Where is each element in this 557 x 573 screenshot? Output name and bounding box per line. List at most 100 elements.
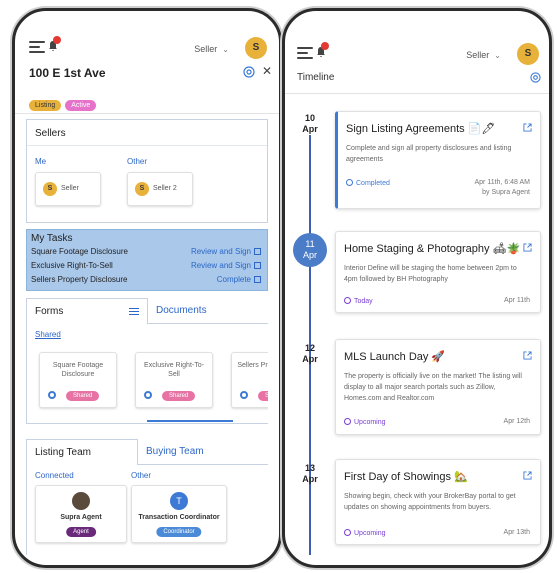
shared-badge: Sh bbox=[258, 391, 268, 401]
tab-forms-label: Forms bbox=[35, 306, 64, 317]
form-card[interactable]: Exclusive Right-To-Sell Shared bbox=[135, 352, 213, 408]
me-label: Me bbox=[35, 157, 47, 166]
timeline-event-card[interactable]: Sign Listing Agreements 📄🖊 Complete and … bbox=[335, 111, 541, 209]
menu-icon[interactable] bbox=[29, 41, 45, 53]
forms-tabs: Forms Documents bbox=[26, 298, 268, 324]
menu-icon[interactable] bbox=[297, 47, 313, 59]
status-ring-icon bbox=[144, 391, 152, 399]
event-day: 11 bbox=[305, 239, 315, 249]
external-link-icon bbox=[254, 262, 261, 269]
forms-panel: Shared Square Footage Disclosure Shared … bbox=[26, 324, 268, 424]
team-panel: Connected Other Supra Agent Agent T Tran… bbox=[26, 465, 268, 555]
chevron-down-icon: ⌄ bbox=[222, 45, 229, 54]
role-selector-label: Seller bbox=[466, 50, 490, 60]
timeline-event-card[interactable]: Home Staging & Photography 🛋🪴 Interior D… bbox=[335, 231, 541, 313]
team-member-name: Supra Agent bbox=[60, 514, 102, 521]
event-description: The property is officially live on the m… bbox=[344, 373, 522, 402]
seller-name: Seller 2 bbox=[153, 185, 177, 192]
property-title: 100 E 1st Ave bbox=[29, 66, 106, 80]
my-tasks-title: My Tasks bbox=[31, 233, 73, 244]
team-tabs: Listing Team Buying Team bbox=[26, 439, 268, 465]
seller-card-me[interactable]: S Seller bbox=[35, 172, 101, 206]
status-ring-icon bbox=[240, 391, 248, 399]
task-name: Square Footage Disclosure bbox=[31, 247, 128, 256]
tab-forms[interactable]: Forms bbox=[26, 298, 148, 324]
external-link-icon[interactable] bbox=[523, 351, 532, 360]
target-icon[interactable] bbox=[530, 72, 541, 83]
role-badge: Agent bbox=[66, 527, 96, 537]
role-selector[interactable]: Seller ⌄ bbox=[466, 50, 501, 60]
event-title: MLS Launch Day 🚀 bbox=[344, 351, 446, 363]
event-day: 13 bbox=[304, 463, 315, 473]
external-link-icon[interactable] bbox=[523, 123, 532, 132]
list-icon[interactable] bbox=[129, 308, 139, 316]
event-by: by Supra Agent bbox=[482, 189, 530, 196]
external-link-icon[interactable] bbox=[523, 471, 532, 480]
event-status-label: Upcoming bbox=[354, 419, 386, 426]
divider bbox=[285, 93, 549, 94]
team-card-agent[interactable]: Supra Agent Agent bbox=[35, 485, 127, 543]
user-avatar[interactable]: S bbox=[517, 43, 539, 65]
status-ring-icon bbox=[344, 297, 351, 304]
scroll-indicator[interactable] bbox=[147, 420, 233, 422]
left-phone-screen: Seller ⌄ S 100 E 1st Ave ✕ Listing Active … bbox=[12, 8, 282, 568]
target-icon[interactable] bbox=[243, 66, 255, 78]
form-name: Square Footage Disclosure bbox=[52, 362, 104, 378]
shared-link[interactable]: Shared bbox=[35, 330, 61, 339]
event-date-text: Apr 12th bbox=[503, 418, 530, 425]
task-name: Sellers Property Disclosure bbox=[31, 275, 128, 284]
event-day: 10 bbox=[304, 113, 315, 123]
event-status-label: Today bbox=[354, 298, 373, 305]
status-ring-icon bbox=[48, 391, 56, 399]
team-card-coordinator[interactable]: T Transaction Coordinator Coordinator bbox=[131, 485, 227, 543]
task-action-label: Complete bbox=[216, 275, 251, 284]
notification-badge bbox=[321, 42, 329, 50]
task-action-label: Review and Sign bbox=[190, 261, 251, 270]
agent-avatar bbox=[72, 492, 90, 510]
event-month: Apr bbox=[302, 354, 318, 364]
task-action-link[interactable]: Review and Sign bbox=[191, 245, 261, 259]
task-row: Exclusive Right-To-Sell Review and Sign bbox=[27, 259, 267, 273]
task-action-link[interactable]: Review and Sign bbox=[191, 259, 261, 273]
task-action-link[interactable]: Complete bbox=[217, 273, 261, 287]
other-label: Other bbox=[127, 157, 148, 166]
role-selector-label: Seller bbox=[194, 44, 218, 54]
form-name: Exclusive Right-To-Sell bbox=[144, 362, 204, 378]
external-link-icon[interactable] bbox=[523, 243, 532, 252]
event-date: 10 Apr bbox=[295, 113, 325, 135]
form-card[interactable]: Sellers Property Disc Sh bbox=[231, 352, 268, 408]
event-date-today: 11 Apr bbox=[293, 233, 327, 267]
status-chips: Listing Active bbox=[29, 94, 100, 112]
event-status-label: Completed bbox=[356, 180, 390, 187]
event-title: Sign Listing Agreements 📄🖊 bbox=[346, 123, 496, 135]
event-timestamp: Apr 11th, 6:48 AM by Supra Agent bbox=[474, 178, 530, 198]
user-avatar[interactable]: S bbox=[245, 37, 267, 59]
tab-documents[interactable]: Documents bbox=[148, 298, 268, 324]
external-link-icon bbox=[254, 248, 261, 255]
timeline-event-card[interactable]: First Day of Showings 🏡 Showing begin, c… bbox=[335, 459, 541, 545]
listing-chip: Listing bbox=[29, 100, 62, 111]
event-status: Upcoming bbox=[344, 528, 386, 537]
tab-listing-team[interactable]: Listing Team bbox=[26, 439, 138, 465]
role-selector[interactable]: Seller ⌄ bbox=[194, 44, 229, 54]
event-status: Today bbox=[344, 296, 373, 305]
event-title: First Day of Showings 🏡 bbox=[344, 471, 468, 483]
seller-name: Seller bbox=[61, 185, 79, 192]
event-status: Completed bbox=[346, 178, 390, 187]
seller-avatar: S bbox=[43, 182, 57, 196]
timeline-title: Timeline bbox=[297, 72, 335, 83]
tab-buying-team[interactable]: Buying Team bbox=[138, 439, 268, 465]
event-status-label: Upcoming bbox=[354, 530, 386, 537]
timeline-event-card[interactable]: MLS Launch Day 🚀 The property is officia… bbox=[335, 339, 541, 435]
event-date-text: Apr 11th bbox=[504, 297, 530, 304]
event-date: 12 Apr bbox=[295, 343, 325, 365]
form-card[interactable]: Square Footage Disclosure Shared bbox=[39, 352, 117, 408]
close-icon[interactable]: ✕ bbox=[262, 64, 272, 78]
event-description: Showing begin, check with your BrokerBay… bbox=[344, 493, 516, 511]
seller-card-other[interactable]: S Seller 2 bbox=[127, 172, 193, 206]
event-title: Home Staging & Photography 🛋🪴 bbox=[344, 243, 521, 255]
shared-badge: Shared bbox=[162, 391, 196, 401]
my-tasks-section: My Tasks Square Footage Disclosure Revie… bbox=[26, 229, 268, 291]
top-bar: Seller ⌄ S bbox=[297, 41, 541, 69]
team-other-label: Other bbox=[131, 471, 152, 480]
